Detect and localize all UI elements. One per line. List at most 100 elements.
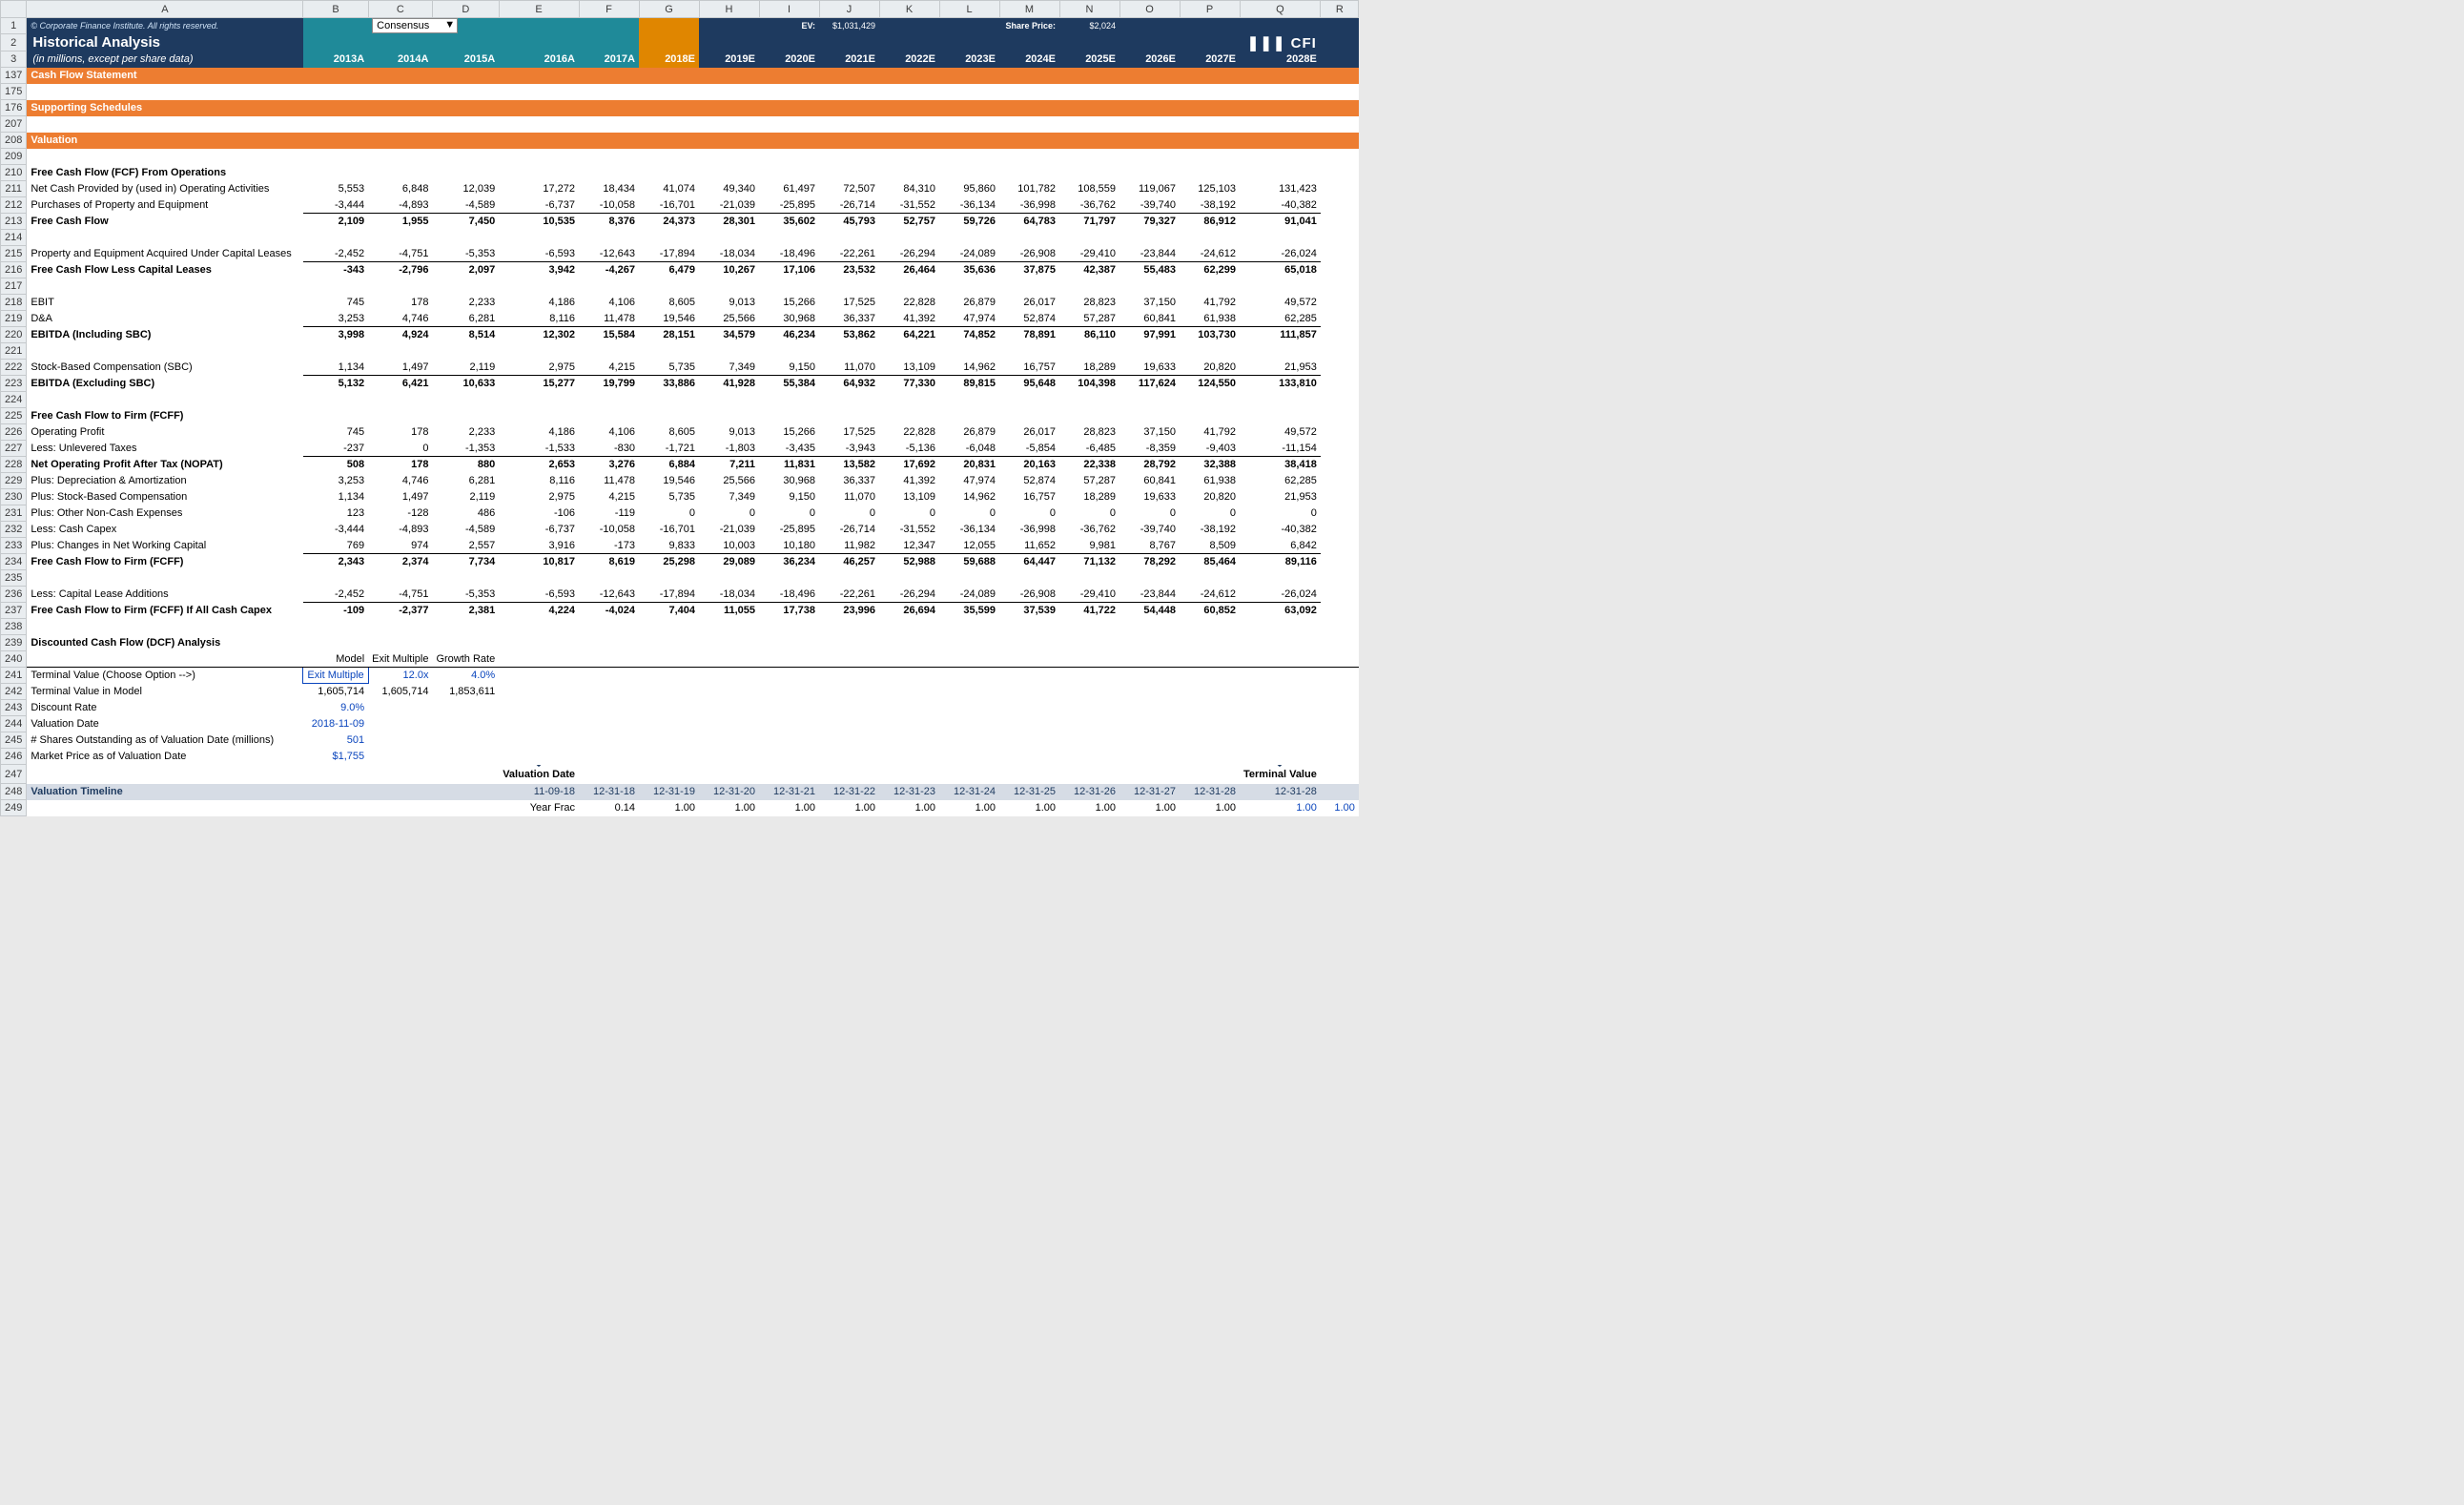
row-175[interactable]: 175 bbox=[1, 84, 1359, 100]
data-cell[interactable]: 10,003 bbox=[699, 538, 759, 554]
data-cell[interactable]: 41,928 bbox=[699, 376, 759, 392]
row-210[interactable]: 210Free Cash Flow (FCF) From Operations bbox=[1, 165, 1359, 181]
data-cell[interactable]: -1,803 bbox=[699, 441, 759, 457]
data-cell[interactable]: 35,599 bbox=[939, 603, 999, 619]
data-cell[interactable]: -36,998 bbox=[999, 197, 1059, 214]
data-cell[interactable]: 89,116 bbox=[1240, 554, 1321, 570]
data-cell[interactable]: -6,485 bbox=[1059, 441, 1119, 457]
data-cell[interactable]: -1,533 bbox=[499, 441, 579, 457]
data-cell[interactable]: 21,953 bbox=[1240, 489, 1321, 505]
row-208[interactable]: 208Valuation bbox=[1, 133, 1359, 149]
data-cell[interactable]: -36,762 bbox=[1059, 197, 1119, 214]
data-cell[interactable]: -237 bbox=[303, 441, 368, 457]
data-cell[interactable]: 28,823 bbox=[1059, 295, 1119, 311]
data-cell[interactable]: -5,136 bbox=[879, 441, 939, 457]
data-cell[interactable]: 8,619 bbox=[579, 554, 639, 570]
data-cell[interactable]: 1,497 bbox=[368, 489, 432, 505]
data-cell[interactable]: 47,974 bbox=[939, 311, 999, 327]
data-cell[interactable]: -24,612 bbox=[1180, 587, 1240, 603]
row-209[interactable]: 209 bbox=[1, 149, 1359, 165]
data-cell[interactable]: -343 bbox=[303, 262, 368, 278]
data-cell[interactable]: 55,483 bbox=[1119, 262, 1180, 278]
data-cell[interactable]: -36,134 bbox=[939, 522, 999, 538]
data-cell[interactable]: 6,281 bbox=[432, 311, 499, 327]
row-239[interactable]: 239Discounted Cash Flow (DCF) Analysis bbox=[1, 635, 1359, 651]
data-cell[interactable]: -38,192 bbox=[1180, 522, 1240, 538]
data-cell[interactable]: 119,067 bbox=[1119, 181, 1180, 197]
data-cell[interactable]: 18,289 bbox=[1059, 489, 1119, 505]
data-cell[interactable]: 2,119 bbox=[432, 489, 499, 505]
data-cell[interactable]: -119 bbox=[579, 505, 639, 522]
data-cell[interactable]: 61,938 bbox=[1180, 311, 1240, 327]
data-cell[interactable]: 0 bbox=[879, 505, 939, 522]
data-cell[interactable]: -2,452 bbox=[303, 246, 368, 262]
data-cell[interactable]: 23,532 bbox=[819, 262, 879, 278]
data-cell[interactable]: 19,546 bbox=[639, 311, 699, 327]
data-cell[interactable]: 0 bbox=[1180, 505, 1240, 522]
data-cell[interactable]: 7,734 bbox=[432, 554, 499, 570]
data-cell[interactable]: 52,757 bbox=[879, 214, 939, 230]
data-cell[interactable]: -26,024 bbox=[1240, 246, 1321, 262]
data-cell[interactable]: 11,831 bbox=[759, 457, 819, 473]
data-cell[interactable]: 25,566 bbox=[699, 473, 759, 489]
data-cell[interactable]: 178 bbox=[368, 457, 432, 473]
data-cell[interactable]: 3,276 bbox=[579, 457, 639, 473]
data-cell[interactable]: 508 bbox=[303, 457, 368, 473]
data-cell[interactable]: -6,593 bbox=[499, 246, 579, 262]
data-cell[interactable]: 17,272 bbox=[499, 181, 579, 197]
data-cell[interactable]: 13,109 bbox=[879, 360, 939, 376]
data-cell[interactable]: 8,376 bbox=[579, 214, 639, 230]
data-cell[interactable]: 4,186 bbox=[499, 424, 579, 441]
data-cell[interactable]: 52,988 bbox=[879, 554, 939, 570]
row-229[interactable]: 229Plus: Depreciation & Amortization3,25… bbox=[1, 473, 1359, 489]
data-cell[interactable]: 26,017 bbox=[999, 424, 1059, 441]
data-cell[interactable]: 60,841 bbox=[1119, 311, 1180, 327]
row-245[interactable]: 245# Shares Outstanding as of Valuation … bbox=[1, 732, 1359, 749]
data-cell[interactable]: -109 bbox=[303, 603, 368, 619]
terminal-value-option-input[interactable]: Exit Multiple bbox=[303, 668, 368, 684]
data-cell[interactable]: 89,815 bbox=[939, 376, 999, 392]
data-cell[interactable]: -10,058 bbox=[579, 197, 639, 214]
data-cell[interactable]: 49,572 bbox=[1240, 424, 1321, 441]
data-cell[interactable]: -830 bbox=[579, 441, 639, 457]
data-cell[interactable]: -5,353 bbox=[432, 246, 499, 262]
data-cell[interactable]: 6,281 bbox=[432, 473, 499, 489]
data-cell[interactable]: 52,874 bbox=[999, 473, 1059, 489]
data-cell[interactable]: 65,018 bbox=[1240, 262, 1321, 278]
row-242[interactable]: 242Terminal Value in Model1,605,7141,605… bbox=[1, 684, 1359, 700]
data-cell[interactable]: -24,612 bbox=[1180, 246, 1240, 262]
data-cell[interactable]: 104,398 bbox=[1059, 376, 1119, 392]
data-cell[interactable]: 84,310 bbox=[879, 181, 939, 197]
row-223[interactable]: 223EBITDA (Excluding SBC)5,1326,42110,63… bbox=[1, 376, 1359, 392]
data-cell[interactable]: 59,688 bbox=[939, 554, 999, 570]
data-cell[interactable]: -36,134 bbox=[939, 197, 999, 214]
data-cell[interactable]: 11,982 bbox=[819, 538, 879, 554]
data-cell[interactable]: -38,192 bbox=[1180, 197, 1240, 214]
data-cell[interactable]: -22,261 bbox=[819, 246, 879, 262]
data-cell[interactable]: -39,740 bbox=[1119, 522, 1180, 538]
data-cell[interactable]: 1,955 bbox=[368, 214, 432, 230]
data-cell[interactable]: 59,726 bbox=[939, 214, 999, 230]
data-cell[interactable]: 52,874 bbox=[999, 311, 1059, 327]
data-cell[interactable]: 7,349 bbox=[699, 489, 759, 505]
data-cell[interactable]: -2,452 bbox=[303, 587, 368, 603]
data-cell[interactable]: 28,151 bbox=[639, 327, 699, 343]
data-cell[interactable]: 108,559 bbox=[1059, 181, 1119, 197]
data-cell[interactable]: 3,253 bbox=[303, 473, 368, 489]
data-cell[interactable]: 9,150 bbox=[759, 360, 819, 376]
row-3-years[interactable]: 3 (in millions, except per share data) 2… bbox=[1, 52, 1359, 68]
col-header-B[interactable]: B bbox=[303, 1, 368, 18]
data-cell[interactable]: 1,134 bbox=[303, 489, 368, 505]
data-cell[interactable]: -4,024 bbox=[579, 603, 639, 619]
data-cell[interactable]: -24,089 bbox=[939, 246, 999, 262]
data-cell[interactable]: 26,017 bbox=[999, 295, 1059, 311]
data-cell[interactable]: 45,793 bbox=[819, 214, 879, 230]
row-225[interactable]: 225Free Cash Flow to Firm (FCFF) bbox=[1, 408, 1359, 424]
row-244[interactable]: 244Valuation Date2018-11-09 bbox=[1, 716, 1359, 732]
data-cell[interactable]: 2,557 bbox=[432, 538, 499, 554]
data-cell[interactable]: 6,848 bbox=[368, 181, 432, 197]
data-cell[interactable]: 2,119 bbox=[432, 360, 499, 376]
data-cell[interactable]: 880 bbox=[432, 457, 499, 473]
row-219[interactable]: 219D&A3,2534,7466,2818,11611,47819,54625… bbox=[1, 311, 1359, 327]
data-cell[interactable]: -128 bbox=[368, 505, 432, 522]
